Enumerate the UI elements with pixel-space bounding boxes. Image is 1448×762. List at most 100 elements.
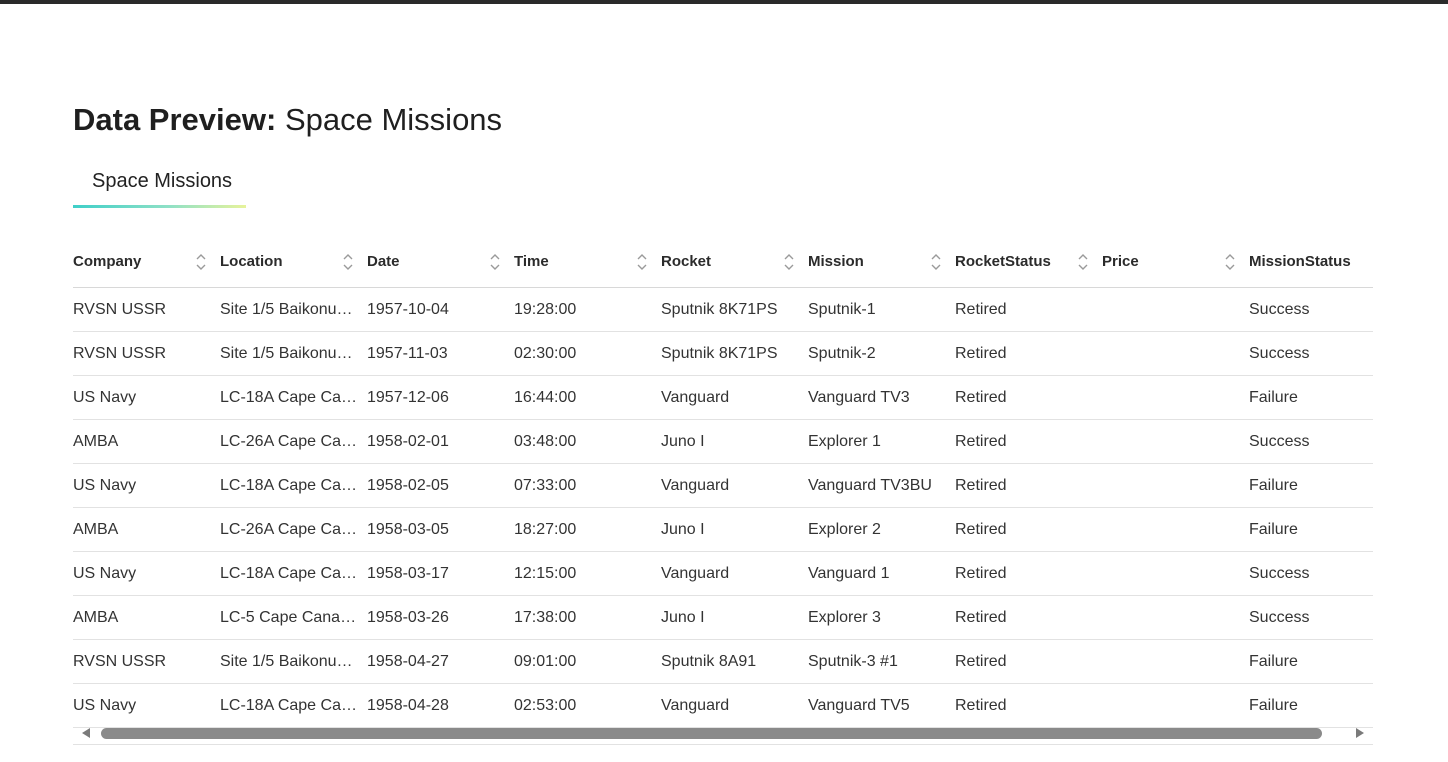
table-cell: 03:48:00 [514,433,577,450]
sort-updown-icon[interactable] [1225,253,1235,271]
table-cell: Retired [955,653,1007,670]
table-cell: Vanguard [661,389,730,406]
table-cell: Site 1/5 Baikonu… [220,345,353,362]
table-row[interactable]: RVSN USSR Site 1/5 Baikonu… 1957-11-03 02:3… [73,332,1373,376]
column-header-label: RocketStatus [955,253,1051,270]
column-header[interactable]: Rocket [661,240,808,287]
table-cell: Retired [955,697,1007,714]
table-header-row: Company Location Date Time Rocket Mission Rock… [73,240,1373,288]
table-cell: 1958-04-28 [367,697,449,714]
table-cell: 07:33:00 [514,477,577,494]
column-header[interactable]: Time [514,240,661,287]
table-row[interactable]: AMBA LC-26A Cape Ca… 1958-02-01 03:48:00 Jun… [73,420,1373,464]
table-cell: LC-18A Cape Ca… [220,697,357,714]
table-cell: US Navy [73,477,137,494]
sort-updown-icon[interactable] [343,253,353,271]
table-cell: Juno I [661,521,705,538]
table-cell: Juno I [661,433,705,450]
column-header[interactable]: Location [220,240,367,287]
table-cell [1102,288,1249,331]
table-cell: 02:30:00 [514,345,577,362]
table-cell: Retired [955,301,1007,318]
column-header[interactable]: Company [73,240,220,287]
sort-updown-icon[interactable] [931,253,941,271]
table-cell: AMBA [73,521,119,538]
table-row[interactable]: US Navy LC-18A Cape Ca… 1958-03-17 12:15:00… [73,552,1373,596]
table-cell [1102,420,1249,463]
sort-updown-icon[interactable] [490,253,500,271]
table-row[interactable]: AMBA LC-5 Cape Canav… 1958-03-26 17:38:00 Ju… [73,596,1373,640]
table-cell: Success [1249,609,1310,626]
table-row[interactable]: US Navy LC-18A Cape Ca… 1958-02-05 07:33:00… [73,464,1373,508]
tab-space-missions[interactable]: Space Missions [73,166,246,208]
table-cell [1102,640,1249,683]
table-cell: Retired [955,389,1007,406]
table-cell: Vanguard 1 [808,565,890,582]
table-cell: Failure [1249,477,1298,494]
table-row[interactable]: US Navy LC-18A Cape Ca… 1957-12-06 16:44:00… [73,376,1373,420]
table-cell: Failure [1249,389,1298,406]
horizontal-scrollbar[interactable] [73,724,1373,745]
table-cell: 1957-12-06 [367,389,449,406]
table-cell: 17:38:00 [514,609,577,626]
table-row[interactable]: RVSN USSR Site 1/5 Baikonu… 1958-04-27 09:0… [73,640,1373,684]
table-cell: Failure [1249,697,1298,714]
page-title-bold: Data Preview: [73,102,277,137]
table-row[interactable]: RVSN USSR Site 1/5 Baikonu… 1957-10-04 19:2… [73,288,1373,332]
table-cell: Vanguard TV3BU [808,477,932,494]
table-cell: Sputnik 8K71PS [661,301,778,318]
column-header-label: Rocket [661,253,712,270]
table-cell: 16:44:00 [514,389,577,406]
column-header[interactable]: Price [1102,240,1249,287]
column-header-label: Mission [808,253,864,270]
table-cell: Retired [955,345,1007,362]
tab-active-indicator [73,205,246,208]
table-cell: Retired [955,609,1007,626]
table-cell: Retired [955,521,1007,538]
table-row[interactable]: US Navy LC-18A Cape Ca… 1958-04-28 02:53:00… [73,684,1373,728]
table-cell: Site 1/5 Baikonu… [220,301,353,318]
table-row[interactable]: AMBA LC-26A Cape Ca… 1958-03-05 18:27:00 Jun… [73,508,1373,552]
sort-updown-icon[interactable] [784,253,794,271]
table-cell: AMBA [73,609,119,626]
tab-label: Space Missions [92,170,233,192]
sort-updown-icon[interactable] [196,253,206,271]
table-cell: Juno I [661,609,705,626]
column-header[interactable]: Date [367,240,514,287]
table-cell: 1958-03-17 [367,565,449,582]
table-cell: AMBA [73,433,119,450]
column-header-label: Price [1102,253,1139,270]
table-cell: Success [1249,301,1310,318]
column-header-label: Date [367,253,400,270]
table-cell: RVSN USSR [73,653,167,670]
table-cell: 1957-11-03 [367,345,448,362]
column-header[interactable]: RocketStatus [955,240,1102,287]
table-cell: Vanguard [661,565,730,582]
table-cell: Retired [955,565,1007,582]
table-cell: US Navy [73,565,137,582]
table-cell: 1958-02-05 [367,477,449,494]
table-cell: Failure [1249,521,1298,538]
table-cell: Vanguard TV5 [808,697,910,714]
table-cell: 1958-03-05 [367,521,449,538]
scrollbar-thumb[interactable] [101,728,1322,739]
table-cell: LC-18A Cape Ca… [220,389,357,406]
data-table: Company Location Date Time Rocket Mission Rock… [73,240,1373,728]
table-cell: Success [1249,345,1310,362]
sort-updown-icon[interactable] [637,253,647,271]
table-cell: Retired [955,477,1007,494]
column-header[interactable]: MissionStatus [1249,240,1396,287]
column-header-label: Company [73,253,142,270]
table-cell: 02:53:00 [514,697,577,714]
table-cell: Vanguard [661,697,730,714]
sort-updown-icon[interactable] [1078,253,1088,271]
column-header[interactable]: Mission [808,240,955,287]
table-cell: Sputnik-2 [808,345,876,362]
table-cell: Explorer 2 [808,521,881,538]
table-cell: Sputnik-1 [808,301,876,318]
table-cell [1102,596,1249,639]
table-cell: LC-18A Cape Ca… [220,477,357,494]
scroll-left-arrow-icon[interactable] [82,728,90,738]
table-cell [1102,508,1249,551]
scroll-right-arrow-icon[interactable] [1356,728,1364,738]
